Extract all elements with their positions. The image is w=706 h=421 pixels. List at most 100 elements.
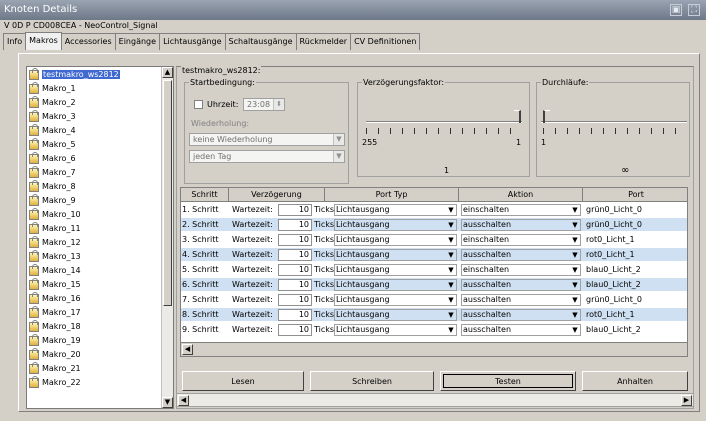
list-item[interactable]: Makro_18 xyxy=(29,319,157,333)
ticks-input[interactable]: 10 xyxy=(278,324,312,336)
list-item[interactable]: Makro_3 xyxy=(29,109,157,123)
port-type-select[interactable]: Lichtausgang ▼ xyxy=(334,279,457,291)
action-select[interactable]: ausschalten ▼ xyxy=(461,309,581,321)
scroll-left-icon[interactable]: ◀ xyxy=(182,344,193,355)
dropdown-arrow-icon[interactable]: ▼ xyxy=(570,295,580,305)
action-select[interactable]: ausschalten ▼ xyxy=(461,219,581,231)
tab-lichtausgaenge[interactable]: Lichtausgänge xyxy=(159,33,226,50)
column-header[interactable]: Schritt xyxy=(181,188,229,202)
tab-makros[interactable]: Makros xyxy=(25,32,62,50)
ticks-input[interactable]: 10 xyxy=(278,264,312,276)
port-type-select[interactable]: Lichtausgang ▼ xyxy=(334,204,457,216)
scroll-thumb[interactable] xyxy=(163,80,172,306)
port-type-select[interactable]: Lichtausgang ▼ xyxy=(334,219,457,231)
ticks-input[interactable]: 10 xyxy=(278,279,312,291)
dropdown-arrow-icon[interactable]: ▼ xyxy=(446,280,456,290)
action-select[interactable]: einschalten ▼ xyxy=(461,264,581,276)
tab-cv-definitionen[interactable]: CV Definitionen xyxy=(350,33,421,50)
write-button[interactable]: Schreiben xyxy=(310,371,434,391)
delay-slider-thumb[interactable] xyxy=(514,110,521,123)
table-hscrollbar[interactable]: ◀ xyxy=(181,342,687,356)
runs-slider-thumb[interactable] xyxy=(543,110,550,123)
list-item[interactable]: Makro_6 xyxy=(29,151,157,165)
spin-icon[interactable]: ⬍ xyxy=(273,99,284,110)
dropdown-arrow-icon[interactable]: ▼ xyxy=(570,220,580,230)
table-row[interactable]: 6. Schritt Wartezeit: 10 Ticks Lichtausgang ▼… xyxy=(181,278,687,292)
dropdown-arrow-icon[interactable]: ▼ xyxy=(570,250,580,260)
macro-list-scrollbar[interactable]: ▲ ▼ xyxy=(161,67,173,408)
port-type-select[interactable]: Lichtausgang ▼ xyxy=(334,294,457,306)
scroll-left-icon[interactable]: ◀ xyxy=(178,395,189,406)
list-item[interactable]: testmakro_ws2812 xyxy=(29,67,157,81)
list-item[interactable]: Makro_19 xyxy=(29,333,157,347)
list-item[interactable]: Makro_21 xyxy=(29,361,157,375)
list-item[interactable]: Makro_9 xyxy=(29,193,157,207)
list-item[interactable]: Makro_16 xyxy=(29,291,157,305)
window-titlebar[interactable]: Knoten Details ▣ ⛶ xyxy=(0,0,706,20)
tab-accessories[interactable]: Accessories xyxy=(60,33,116,50)
scroll-right-icon[interactable]: ▶ xyxy=(681,395,692,406)
dropdown-arrow-icon[interactable]: ▼ xyxy=(446,325,456,335)
list-item[interactable]: Makro_2 xyxy=(29,95,157,109)
list-item[interactable]: Makro_15 xyxy=(29,277,157,291)
test-button[interactable]: Testen xyxy=(440,371,576,391)
action-select[interactable]: ausschalten ▼ xyxy=(461,279,581,291)
list-item[interactable]: Makro_12 xyxy=(29,235,157,249)
read-button[interactable]: Lesen xyxy=(182,371,304,391)
column-header[interactable]: Aktion xyxy=(459,188,583,202)
runs-slider-track[interactable] xyxy=(541,121,687,123)
restore-icon[interactable]: ▣ xyxy=(670,4,682,16)
dropdown-arrow-icon[interactable]: ▼ xyxy=(333,134,344,145)
column-header[interactable]: Port xyxy=(583,188,687,202)
steps-table[interactable]: Schritt Verzögerung Port Typ Aktion Port… xyxy=(180,187,688,357)
table-row[interactable]: 5. Schritt Wartezeit: 10 Ticks Lichtausgang ▼… xyxy=(181,263,687,277)
list-item[interactable]: Makro_11 xyxy=(29,221,157,235)
list-item[interactable]: Makro_5 xyxy=(29,137,157,151)
list-item[interactable]: Makro_20 xyxy=(29,347,157,361)
maximize-icon[interactable]: ⛶ xyxy=(688,4,700,16)
scroll-up-icon[interactable]: ▲ xyxy=(162,67,173,78)
repeat-select[interactable]: keine Wiederholung ▼ xyxy=(189,133,345,146)
table-row[interactable]: 2. Schritt Wartezeit: 10 Ticks Lichtausgang ▼… xyxy=(181,218,687,232)
column-header[interactable]: Port Typ xyxy=(325,188,459,202)
tab-eingaenge[interactable]: Eingänge xyxy=(114,33,161,50)
action-select[interactable]: einschalten ▼ xyxy=(461,234,581,246)
ticks-input[interactable]: 10 xyxy=(278,294,312,306)
column-header[interactable]: Verzögerung xyxy=(229,188,325,202)
action-select[interactable]: ausschalten ▼ xyxy=(461,294,581,306)
ticks-input[interactable]: 10 xyxy=(278,204,312,216)
list-item[interactable]: Makro_4 xyxy=(29,123,157,137)
macro-list[interactable]: testmakro_ws2812 Makro_1 Makro_2 Makro_3… xyxy=(26,66,174,409)
dropdown-arrow-icon[interactable]: ▼ xyxy=(570,205,580,215)
dropdown-arrow-icon[interactable]: ▼ xyxy=(446,295,456,305)
list-item[interactable]: Makro_7 xyxy=(29,165,157,179)
list-item[interactable]: Makro_10 xyxy=(29,207,157,221)
table-row[interactable]: 3. Schritt Wartezeit: 10 Ticks Lichtausgang ▼… xyxy=(181,233,687,247)
dropdown-arrow-icon[interactable]: ▼ xyxy=(570,265,580,275)
day-select[interactable]: jeden Tag ▼ xyxy=(189,150,345,163)
list-item[interactable]: Makro_17 xyxy=(29,305,157,319)
dropdown-arrow-icon[interactable]: ▼ xyxy=(446,310,456,320)
time-checkbox[interactable] xyxy=(194,100,203,109)
tab-rueckmelder[interactable]: Rückmelder xyxy=(295,33,352,50)
dropdown-arrow-icon[interactable]: ▼ xyxy=(570,325,580,335)
port-type-select[interactable]: Lichtausgang ▼ xyxy=(334,309,457,321)
ticks-input[interactable]: 10 xyxy=(278,249,312,261)
delay-slider-track[interactable] xyxy=(366,121,522,123)
dropdown-arrow-icon[interactable]: ▼ xyxy=(333,151,344,162)
dropdown-arrow-icon[interactable]: ▼ xyxy=(446,250,456,260)
port-type-select[interactable]: Lichtausgang ▼ xyxy=(334,234,457,246)
tab-info[interactable]: Info xyxy=(3,33,27,50)
detail-hscrollbar[interactable]: ◀ ▶ xyxy=(176,393,694,407)
dropdown-arrow-icon[interactable]: ▼ xyxy=(570,280,580,290)
ticks-input[interactable]: 10 xyxy=(278,309,312,321)
dropdown-arrow-icon[interactable]: ▼ xyxy=(446,235,456,245)
scroll-down-icon[interactable]: ▼ xyxy=(162,397,173,408)
table-row[interactable]: 4. Schritt Wartezeit: 10 Ticks Lichtausgang ▼… xyxy=(181,248,687,262)
port-type-select[interactable]: Lichtausgang ▼ xyxy=(334,264,457,276)
list-item[interactable]: Makro_1 xyxy=(29,81,157,95)
table-row[interactable]: 9. Schritt Wartezeit: 10 Ticks Lichtausgang ▼… xyxy=(181,323,687,337)
dropdown-arrow-icon[interactable]: ▼ xyxy=(446,265,456,275)
action-select[interactable]: ausschalten ▼ xyxy=(461,249,581,261)
port-type-select[interactable]: Lichtausgang ▼ xyxy=(334,249,457,261)
